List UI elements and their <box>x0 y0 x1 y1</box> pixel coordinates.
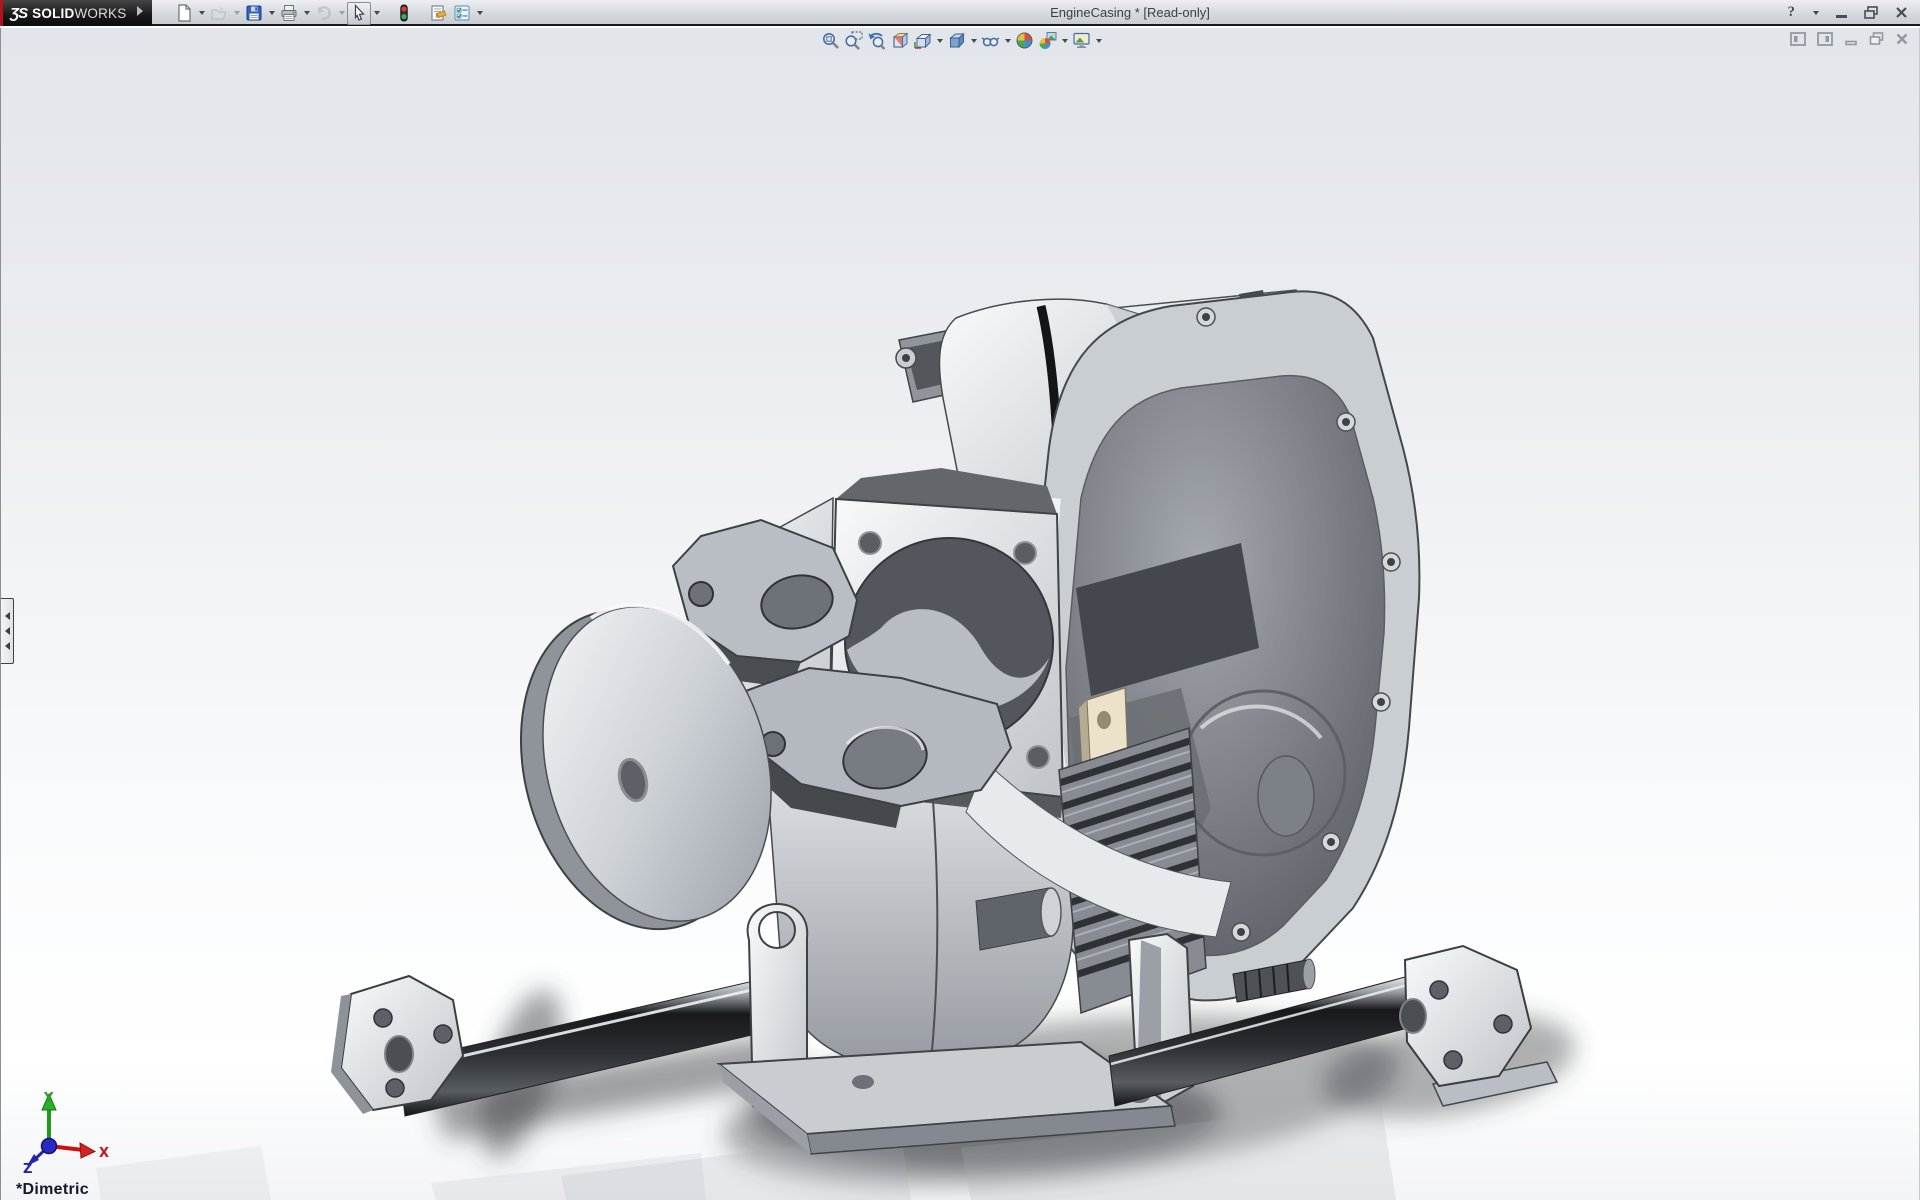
file-properties-icon <box>431 5 447 21</box>
undo-button[interactable] <box>312 2 336 25</box>
graphics-area[interactable]: Y X Z *Dimetric <box>0 28 1920 1200</box>
options-icon <box>454 5 470 21</box>
file-properties-button[interactable] <box>426 2 450 25</box>
triad-z-label: Z <box>23 1162 32 1174</box>
menu-expand-arrow[interactable] <box>137 6 148 16</box>
view-orientation-label: *Dimetric <box>16 1181 89 1198</box>
save-button[interactable] <box>242 2 266 25</box>
help-dropdown-arrow[interactable] <box>1810 1 1821 24</box>
minimize-button[interactable] <box>1834 0 1849 25</box>
solidworks-logo: ƷS SOLID WORKS <box>0 0 152 26</box>
solidworks-window: ƷS SOLID WORKS EngineCasing * [Read-only… <box>0 0 1920 1200</box>
restore-icon <box>1864 6 1878 19</box>
main-toolbar <box>172 1 485 25</box>
print-button[interactable] <box>277 2 301 25</box>
solidworks-logo-icon: ƷS <box>10 4 28 22</box>
rebuild-traffic-light-icon <box>400 4 408 22</box>
undo-dropdown-arrow[interactable] <box>336 2 347 25</box>
window-title: EngineCasing * [Read-only] <box>1050 5 1210 20</box>
restore-button[interactable] <box>1862 0 1880 25</box>
save-dropdown-arrow[interactable] <box>266 2 277 25</box>
close-button[interactable] <box>1893 0 1910 25</box>
triad-y-label: Y <box>43 1091 54 1106</box>
open-button[interactable] <box>207 2 231 25</box>
brand-text-bold: SOLID <box>32 5 75 21</box>
open-dropdown-arrow[interactable] <box>231 2 242 25</box>
print-dropdown-arrow[interactable] <box>301 2 312 25</box>
save-floppy-icon <box>246 5 262 21</box>
orientation-triad: Y X Z <box>23 1091 109 1174</box>
select-button[interactable] <box>347 1 371 25</box>
new-document-icon <box>178 4 191 22</box>
options-button[interactable] <box>450 2 474 25</box>
rebuild-button[interactable] <box>392 2 416 25</box>
select-cursor-icon <box>354 4 365 21</box>
brand-text-rest: WORKS <box>74 5 127 21</box>
print-icon <box>281 5 297 21</box>
help-button[interactable]: ? <box>1786 0 1798 25</box>
new-button[interactable] <box>172 2 196 25</box>
engine-casing-model[interactable] <box>1 28 1920 1200</box>
close-icon <box>1896 7 1907 18</box>
select-dropdown-arrow[interactable] <box>371 2 382 25</box>
titlebar: ƷS SOLID WORKS EngineCasing * [Read-only… <box>0 0 1920 26</box>
triad-x-label: X <box>99 1146 109 1161</box>
new-dropdown-arrow[interactable] <box>196 2 207 25</box>
undo-icon <box>317 6 331 20</box>
open-folder-icon <box>211 7 227 20</box>
window-controls: ? <box>1786 0 1911 25</box>
